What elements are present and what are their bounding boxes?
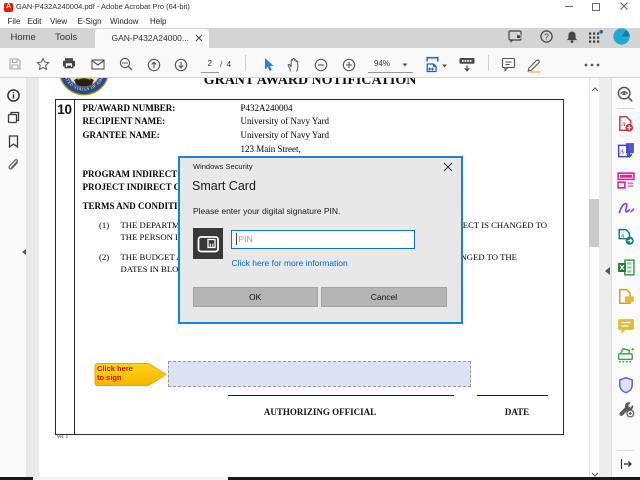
svg-text:A: A: [620, 234, 625, 240]
svg-text:?: ?: [544, 31, 549, 41]
svg-text:A: A: [621, 120, 626, 127]
svg-text:A: A: [619, 148, 624, 155]
